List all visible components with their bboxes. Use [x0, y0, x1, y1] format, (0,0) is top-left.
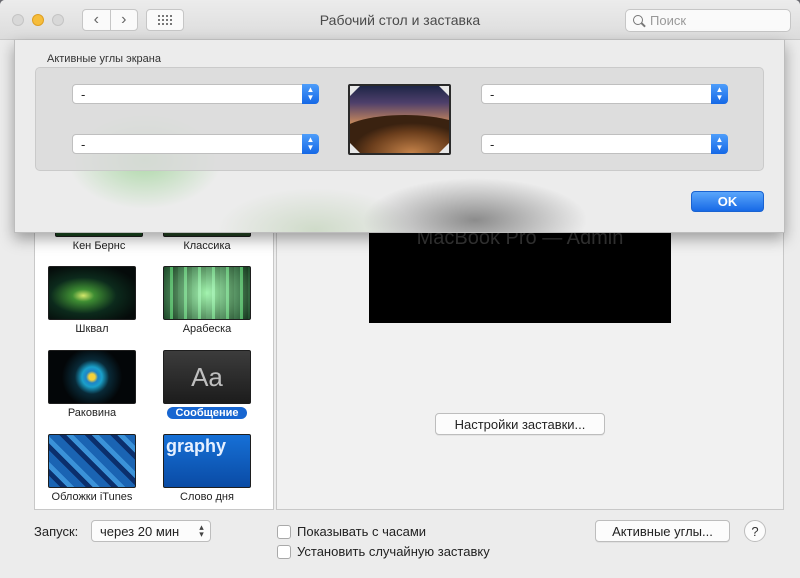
start-after-value: через 20 мин [100, 523, 180, 539]
screensaver-label: Раковина [67, 407, 117, 419]
shell-thumbnail [48, 350, 136, 404]
bottom-right-corner-value: - [490, 136, 495, 152]
search-icon [632, 14, 646, 28]
corner-marker-icon [439, 86, 449, 96]
search-placeholder: Поиск [650, 13, 687, 28]
top-left-corner-value: - [81, 86, 86, 102]
show-with-clock-label: Показывать с часами [297, 524, 427, 539]
screensaver-item-itunes[interactable]: Обложки iTunes [42, 434, 142, 503]
random-saver-checkbox[interactable] [277, 544, 291, 559]
hot-corners-button[interactable]: Активные углы... [595, 520, 730, 542]
updown-arrows-icon: ▲ ▼ [711, 84, 728, 104]
desert-dune-image [350, 115, 449, 153]
show-with-clock-checkbox[interactable] [277, 524, 291, 539]
hot-corners-title: Активные углы экрана [47, 53, 161, 65]
screensaver-item-word-of-day[interactable]: graphy Слово дня [157, 434, 257, 503]
screensaver-item-arabesque[interactable]: Арабеска [157, 266, 257, 335]
screensaver-item-flurry[interactable]: Шквал [42, 266, 142, 335]
word-of-the-day-thumbnail: graphy [163, 434, 251, 488]
start-after-popup[interactable]: через 20 мин ▴ ▾ [91, 520, 211, 542]
screensaver-list[interactable]: Кен Бернс Классика Шквал Арабеска Ракови… [34, 222, 274, 510]
bottom-left-corner-value: - [81, 136, 86, 152]
updown-arrows-icon: ▲ ▼ [302, 84, 319, 104]
hot-corners-sheet: Активные углы экрана - ▲ ▼ - ▲ ▼ - ▲ ▼ - ▲ ▼… [14, 40, 785, 233]
screensaver-label: Шквал [75, 323, 109, 335]
random-saver-row[interactable]: Установить случайную заставку [277, 544, 490, 559]
random-saver-label: Установить случайную заставку [297, 544, 490, 559]
top-right-corner-value: - [490, 86, 495, 102]
title-bar: ‹ › Рабочий стол и заставка Поиск [0, 0, 800, 40]
message-thumbnail: Aa [163, 350, 251, 404]
screensaver-label: Слово дня [180, 491, 234, 503]
flurry-thumbnail [48, 266, 136, 320]
arabesque-thumbnail [163, 266, 251, 320]
corner-marker-icon [439, 143, 449, 153]
top-left-corner-popup[interactable]: - ▲ ▼ [72, 84, 319, 104]
desktop-corners-preview [348, 84, 451, 155]
corner-marker-icon [350, 86, 360, 96]
preview-pane: MacBook Pro — Admin Настройки заставки..… [276, 222, 784, 510]
screensaver-label: Кен Бернс [72, 240, 126, 252]
bottom-right-corner-popup[interactable]: - ▲ ▼ [481, 134, 728, 154]
start-after-label: Запуск: [34, 524, 79, 539]
system-preferences-window: ‹ › Рабочий стол и заставка Поиск Кен Бе… [0, 0, 800, 578]
screensaver-options-button[interactable]: Настройки заставки... [435, 413, 605, 435]
top-right-corner-popup[interactable]: - ▲ ▼ [481, 84, 728, 104]
screensaver-label: Арабеска [182, 323, 232, 335]
screensaver-label: Классика [183, 240, 231, 252]
updown-arrows-icon: ▲ ▼ [711, 134, 728, 154]
search-field[interactable]: Поиск [625, 9, 791, 32]
updown-arrows-icon: ▲ ▼ [302, 134, 319, 154]
ok-button[interactable]: OK [691, 191, 764, 212]
screensaver-item-shell[interactable]: Раковина [42, 350, 142, 419]
updown-arrows-icon: ▴ ▾ [199, 522, 204, 539]
bottom-left-corner-popup[interactable]: - ▲ ▼ [72, 134, 319, 154]
show-with-clock-row[interactable]: Показывать с часами [277, 524, 426, 539]
itunes-artwork-thumbnail [48, 434, 136, 488]
corner-marker-icon [350, 143, 360, 153]
screensaver-preview: MacBook Pro — Admin [369, 223, 671, 323]
screensaver-item-message[interactable]: Aa Сообщение [157, 350, 257, 419]
help-button[interactable]: ? [744, 520, 766, 542]
screensaver-label-selected: Сообщение [167, 407, 247, 419]
screensaver-label: Обложки iTunes [51, 491, 133, 503]
